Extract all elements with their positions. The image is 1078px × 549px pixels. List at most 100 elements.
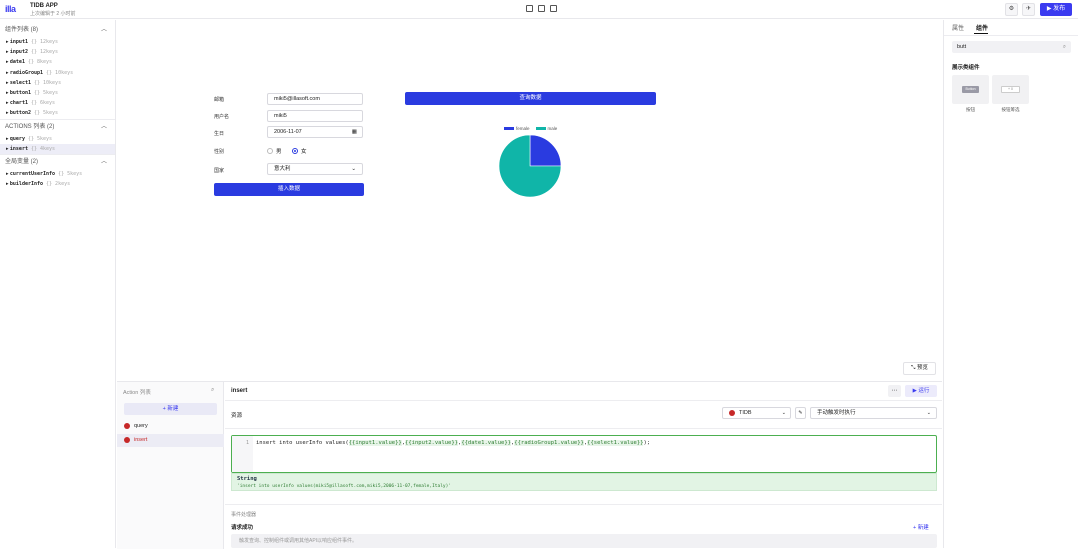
components-section-title: 组件列表 (8) [5,27,39,33]
code-template-expression: {{input1.value}} [348,440,402,446]
button-component-label: 按钮 [966,107,975,112]
tidb-icon [729,410,735,416]
trigger-mode-select[interactable]: 手动触发时执行 ⌄ [810,407,937,419]
more-icon[interactable]: ⋯ [888,385,901,397]
button-component-card[interactable]: Button [952,75,989,104]
chevron-up-icon[interactable]: ︿ [101,23,107,37]
action-item-label: query [134,423,148,429]
chart-legend: female male [504,126,557,131]
tree-item-name: date1 [9,59,25,66]
tree-item-insert[interactable]: ▸ insert{} 4keys [0,143,115,154]
tree-item-keys: {} 5keys [33,89,59,96]
chevron-up-icon[interactable]: ︿ [101,155,107,169]
tree-item-query[interactable]: ▸ query{} 5keys [0,134,115,144]
tree-item-keys: {} 12keys [30,49,59,56]
email-input[interactable]: miki5@illasoft.com [267,93,363,105]
insert-data-button[interactable]: 插入数据 [214,183,364,196]
tree-item-keys: {} 12keys [30,39,59,45]
right-panel-toggle-icon[interactable] [550,5,557,12]
gender-option-label: 女 [301,149,307,155]
gender-pie-chart[interactable] [498,134,562,198]
illa-logo[interactable]: illa [5,4,16,14]
button-group-component-card[interactable]: + 0 [992,75,1029,104]
tree-item-name: input2 [9,49,28,56]
query-data-button[interactable]: 查询数据 [405,92,656,105]
gender-option-label: 男 [276,149,282,155]
country-select[interactable]: 意大利 ⌄ [267,163,363,175]
tree-item-keys: {} 10keys [46,69,74,76]
tree-item-keys: {} 8keys [27,59,53,66]
component-search-input[interactable]: butt ⌕ [952,41,1071,53]
tree-item-name: insert [9,145,28,152]
calendar-icon[interactable]: ▦ [352,127,357,137]
tree-item-select1[interactable]: ▸ select1{} 10keys [0,78,115,88]
search-value: butt [957,44,967,50]
country-value: 意大利 [274,166,291,172]
tree-item-keys: {} 5keys [58,170,83,177]
actions-list: ▸ query{} 5keys ▸ insert{} 4keys [0,134,115,154]
actions-section-header[interactable]: ACTIONS 列表 (2) ︿ [0,120,115,134]
action-item-insert[interactable]: insert [117,434,224,447]
tree-item-input2[interactable]: ▸ input2{} 12keys [0,47,115,57]
bottom-panel-toggle-icon[interactable] [538,5,545,12]
legend-label-female: female [516,126,530,131]
action-item-label: insert [134,437,148,443]
tree-item-name: query [9,135,25,142]
tab-components[interactable]: 组件 [976,23,988,32]
rocket-icon[interactable]: ✈ [1022,3,1035,16]
username-input[interactable]: miki5 [267,110,363,122]
publish-button[interactable]: ▶ 发布 [1040,3,1072,16]
action-item-query[interactable]: query [117,420,224,433]
new-event-handler-button[interactable]: + 新建 [913,523,929,531]
code-suffix: ); [643,440,651,446]
run-button[interactable]: ▶ 运行 [905,385,937,397]
legend-swatch-female [504,127,514,131]
gender-radio-female[interactable]: 女 [292,147,307,155]
preview-button[interactable]: ⤡ 预览 [903,362,936,375]
legend-item-male[interactable]: male [535,126,558,131]
legend-item-female[interactable]: female [504,126,530,131]
editor-canvas[interactable]: 邮箱 miki5@illasoft.com 用户名 miki5 生日 2006-… [117,20,942,381]
tree-item-keys: {} 2keys [46,181,71,188]
tab-properties[interactable]: 属性 [952,23,964,32]
app-last-edited: 上次编辑于 2 小时前 [30,11,76,17]
event-handler-placeholder[interactable]: 触发查询、控制组件或调用其他API以响应组件事件。 [231,534,937,548]
code-prefix: insert into userInfo values( [256,440,349,446]
globals-section-header[interactable]: 全局变量 (2) ︿ [0,155,115,169]
left-panel-toggle-icon[interactable] [526,5,533,12]
debug-icon[interactable]: ⚙ [1005,3,1018,16]
edit-resource-icon[interactable]: ✎ [795,407,806,419]
resource-select[interactable]: TIDB ⌄ [722,407,791,419]
chevron-up-icon[interactable]: ︿ [101,120,107,134]
tree-item-keys: {} 4keys [30,145,56,152]
components-section-header[interactable]: 组件列表 (8) ︿ [0,23,115,37]
on-success-label: 请求成功 [231,525,254,531]
search-icon[interactable]: ⌕ [211,387,214,394]
tree-item-date1[interactable]: ▸ date1{} 8keys [0,57,115,67]
code-template-expression: {{select1.value}} [587,440,644,446]
radio-circle-icon [267,148,273,154]
new-action-button[interactable]: + 新建 [124,403,217,415]
tree-item-input1[interactable]: ▸ input1{} 12keys [0,37,115,47]
email-label: 邮箱 [214,97,225,103]
country-label: 国家 [214,168,225,174]
tree-item-currentUserInfo[interactable]: ▸ currentUserInfo{} 5keys [0,169,115,179]
tree-item-radioGroup1[interactable]: ▸ radioGroup1{} 10keys [0,68,115,78]
sql-code-editor[interactable]: 1 insert into userInfo values({{input1.v… [231,435,937,473]
sql-code-line[interactable]: insert into userInfo values({{input1.val… [256,440,650,446]
action-editor: insert ⋯ ▶ 运行 资源 TIDB ⌄ ✎ 手动触发时执行 ⌄ 1 in… [225,382,942,549]
globals-list: ▸ currentUserInfo{} 5keys ▸ builderInfo{}… [0,169,115,189]
gender-radio-male[interactable]: 男 [267,147,282,155]
tree-item-button2[interactable]: ▸ button2{} 5keys [0,108,115,118]
search-icon: ⌕ [1062,44,1066,50]
resource-label: 资源 [231,413,243,419]
tree-item-builderInfo[interactable]: ▸ builderInfo{} 2keys [0,179,115,189]
action-list-title: Action 列表 [123,390,151,396]
legend-label-male: male [547,126,558,131]
tree-item-chart1[interactable]: ▸ chart1{} 6keys [0,98,115,108]
pie-slice-female[interactable] [529,134,562,167]
action-title[interactable]: insert [231,388,247,394]
tree-item-button1[interactable]: ▸ button1{} 5keys [0,88,115,98]
birthday-date-picker[interactable]: 2006-11-07 ▦ [267,126,363,138]
tree-item-keys: {} 5keys [33,110,59,117]
